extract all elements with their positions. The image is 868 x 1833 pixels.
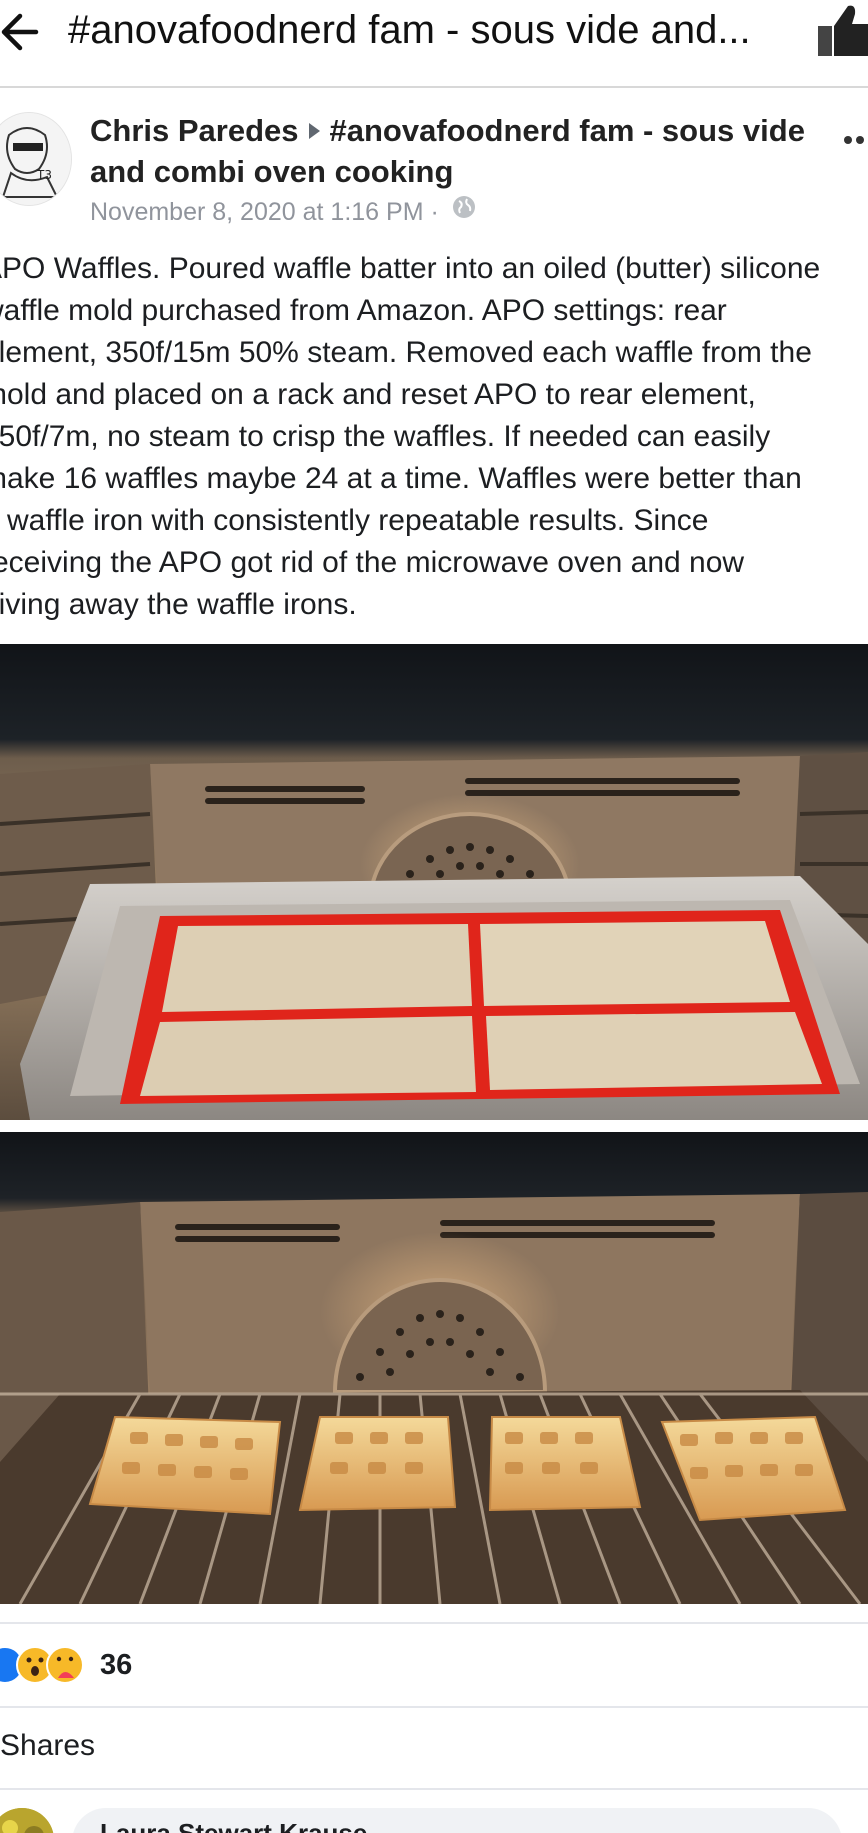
post-text-line: mold and placed on a rack and reset APO … [0, 378, 756, 411]
post-text-line: receiving the APO got rid of the microwa… [0, 546, 745, 579]
commenter-name[interactable]: Laura Stewart Krause [100, 1818, 367, 1833]
care-reaction-icon [46, 1646, 84, 1684]
thumbs-up-icon[interactable] [812, 0, 868, 56]
post-text-line: waffle mold purchased from Amazon. APO s… [0, 294, 727, 327]
author-avatar[interactable]: T3 [0, 112, 72, 206]
reaction-icons[interactable] [0, 1644, 84, 1686]
more-options-icon[interactable] [844, 128, 868, 152]
post-text-line: 350f/7m, no steam to crisp the waffles. … [0, 420, 771, 453]
post-photo-waffle-mold[interactable] [0, 644, 868, 1120]
top-bar: #anovafoodnerd fam - sous vide and... [0, 0, 868, 88]
commenter-avatar[interactable] [0, 1808, 54, 1833]
post-photo-waffles-on-rack[interactable] [0, 1132, 868, 1604]
reaction-count[interactable]: 36 [100, 1645, 132, 1685]
divider [0, 1706, 868, 1708]
shares-label[interactable]: Shares [0, 1726, 95, 1766]
post-text-line: make 16 waffles maybe 24 at a time. Waff… [0, 462, 802, 495]
back-arrow-icon[interactable] [0, 6, 44, 58]
arrow-right-icon [308, 123, 320, 140]
post-timestamp[interactable]: November 8, 2020 at 1:16 PM · [90, 198, 439, 226]
post-text-line: element, 350f/15m 50% steam. Removed eac… [0, 336, 812, 369]
post-text: APO Waffles. Poured waffle batter into a… [0, 248, 868, 626]
post-author-line: Chris Paredes #anovafoodnerd fam - sous v… [90, 110, 810, 192]
svg-text:T3: T3 [36, 168, 52, 182]
post-meta: November 8, 2020 at 1:16 PM · [90, 196, 476, 228]
author-name[interactable]: Chris Paredes [90, 113, 299, 148]
divider [0, 1788, 868, 1790]
group-title: #anovafoodnerd fam - sous vide and... [68, 8, 751, 52]
post-text-line: APO Waffles. Poured waffle batter into a… [0, 252, 821, 285]
post-text-line: giving away the waffle irons. [0, 588, 357, 621]
post-text-line: a waffle iron with consistently repeatab… [0, 504, 709, 537]
divider [0, 1622, 868, 1624]
globe-icon [452, 195, 476, 227]
